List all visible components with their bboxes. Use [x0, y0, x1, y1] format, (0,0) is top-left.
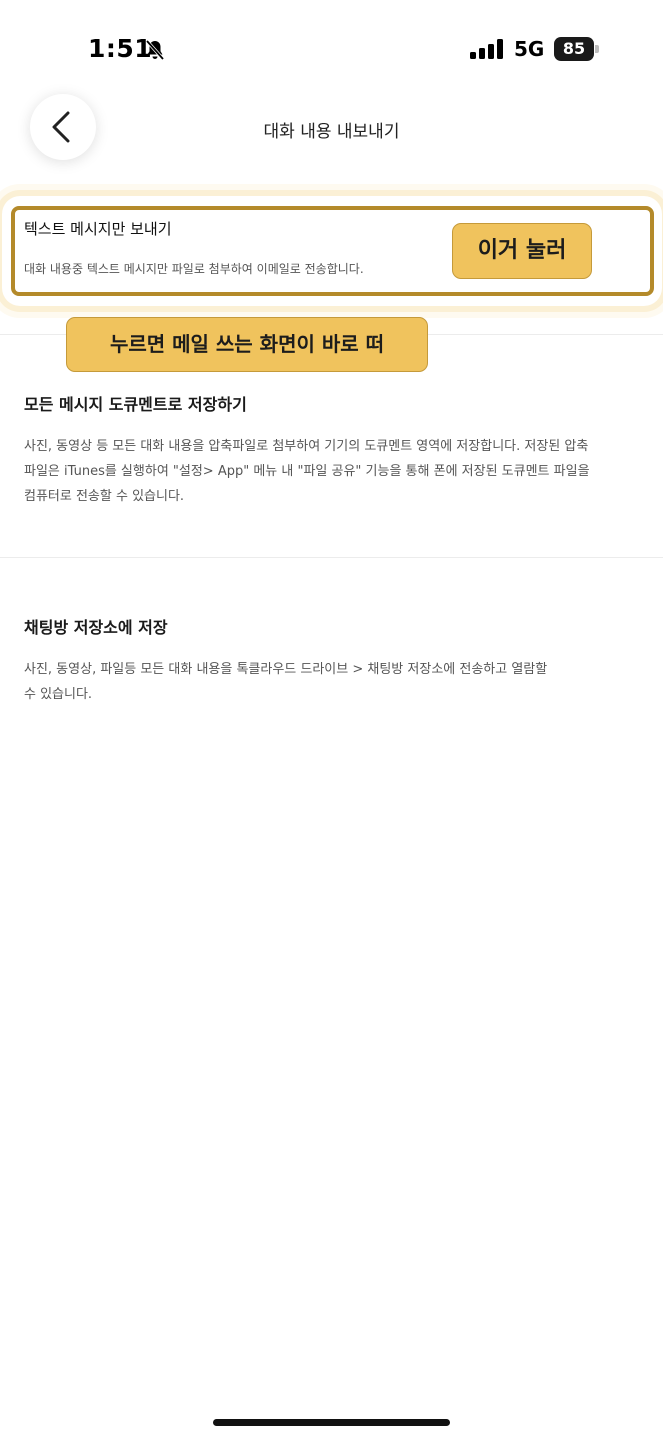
- nav-header: 대화 내용 내보내기: [0, 90, 663, 170]
- option-description: 사진, 동영상 등 모든 대화 내용을 압축파일로 첨부하여 기기의 도큐멘트 …: [24, 434, 590, 509]
- network-label: 5G: [514, 37, 545, 61]
- annotation-mail-note: 누르면 메일 쓰는 화면이 바로 떠: [66, 317, 428, 372]
- battery-icon: 85: [554, 37, 600, 61]
- option-description: 사진, 동영상, 파일등 모든 대화 내용을 톡클라우드 드라이브 > 채팅방 …: [24, 657, 547, 707]
- option-chat-storage[interactable]: 채팅방 저장소에 저장 사진, 동영상, 파일등 모든 대화 내용을 톡클라우드…: [0, 558, 663, 728]
- battery-cap: [595, 45, 599, 53]
- option-description-line: 파일은 iTunes를 실행하여 "설정> App" 메뉴 내 "파일 공유" …: [24, 464, 590, 479]
- page-title: 대화 내용 내보내기: [263, 122, 400, 142]
- signal-icon: [470, 39, 504, 59]
- option-description-line: 수 있습니다.: [24, 687, 93, 702]
- option-description-line: 사진, 동영상 등 모든 대화 내용을 압축파일로 첨부하여 기기의 도큐멘트 …: [24, 439, 589, 454]
- option-description-line: 컴퓨터로 전송할 수 있습니다.: [24, 489, 185, 504]
- bell-slash-icon: [143, 38, 167, 62]
- home-indicator[interactable]: [213, 1419, 450, 1426]
- battery-level: 85: [554, 37, 594, 61]
- option-title: 모든 메시지 도큐멘트로 저장하기: [24, 395, 247, 414]
- annotation-tap-here: 이거 눌러: [452, 223, 592, 279]
- status-bar: 1:51 5G 85: [0, 0, 663, 100]
- option-title: 채팅방 저장소에 저장: [24, 618, 168, 637]
- option-description-line: 사진, 동영상, 파일등 모든 대화 내용을 톡클라우드 드라이브 > 채팅방 …: [24, 662, 548, 677]
